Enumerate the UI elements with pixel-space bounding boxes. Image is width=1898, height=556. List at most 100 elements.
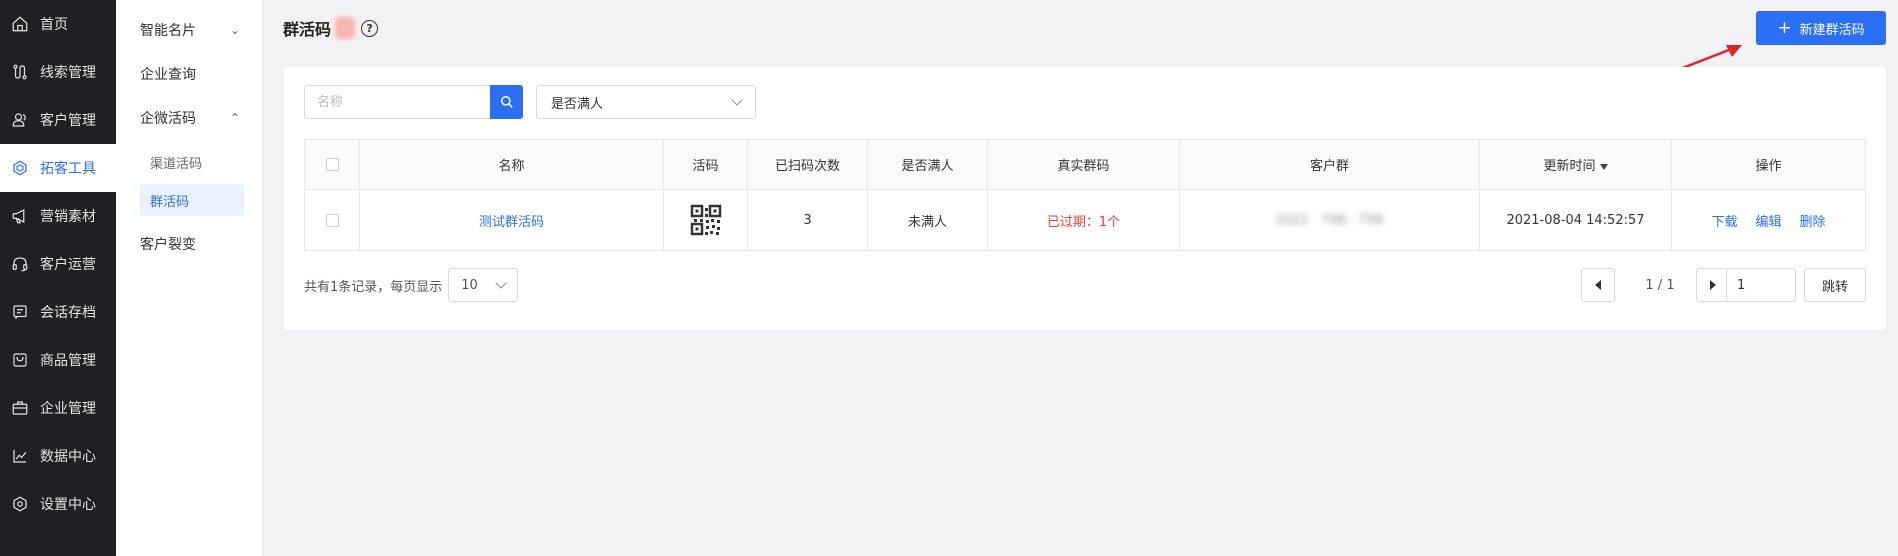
row-name-link[interactable]: 测试群活码 [479,215,544,230]
is-full-select[interactable]: 是否满人 [536,85,756,119]
sidebar-item-settings[interactable]: 设置中心 [0,480,116,528]
column-header-is-full: 是否满人 [867,139,988,190]
column-header-operations: 操作 [1671,139,1866,190]
delete-link[interactable]: 删除 [1800,215,1826,230]
users-icon [10,110,30,130]
edit-link[interactable]: 编辑 [1755,215,1781,230]
select-all-checkbox[interactable] [325,158,339,171]
sidebar-item-label: 客户运营 [40,257,96,273]
row-operations: 下载 编辑 删除 [1671,189,1866,251]
chevron-down-icon [731,94,743,106]
row-customer-group-cell: 2021 · 798 · 798 [1179,189,1480,251]
sidebar-item-label: 会话存档 [40,305,96,321]
submenu-group-qrcode[interactable]: 群活码 [140,184,244,216]
sidebar-item-label: 客户管理 [40,113,96,129]
row-select-cell [304,189,360,251]
settings-icon [10,494,30,514]
sidebar-item-label: 首页 [40,17,68,33]
row-qrcode-cell [663,189,748,251]
pagination: 1 / 1 跳转 [284,268,1886,302]
page-title: 群活码 [283,20,332,39]
sidebar-item-marketing-materials[interactable]: 营销素材 [0,192,116,240]
search-button[interactable] [490,85,523,119]
submenu-smart-card[interactable]: 智能名片 ⌄ [116,8,262,52]
row-real-code-cell: 已过期：1个 [987,189,1180,251]
caret-right-icon [1710,280,1716,290]
row-checkbox[interactable] [325,213,339,227]
submenu-label: 企微活码 [140,111,196,127]
sidebar-item-label: 设置中心 [40,497,96,513]
caret-left-icon [1595,280,1601,290]
chevron-down-icon: ⌄ [229,23,240,37]
column-header-qrcode: 活码 [663,139,748,190]
sidebar-item-enterprise[interactable]: 企业管理 [0,384,116,432]
main-sidebar: 首页 线索管理 客户管理 拓客工具 营销素材 客户运营 会话存档 商品管理 企业… [0,0,116,556]
column-header-real-code: 真实群码 [987,139,1180,190]
submenu-label: 企业查询 [140,67,196,83]
row-updated-at: 2021-08-04 14:52:57 [1479,189,1672,251]
header-select-all[interactable] [304,139,360,190]
briefcase-icon [10,398,30,418]
column-header-label: 更新时间 [1543,159,1596,174]
submenu-label: 智能名片 [140,23,196,39]
column-header-customer-group: 客户群 [1179,139,1480,190]
submenu-enterprise-query[interactable]: 企业查询 [116,52,262,96]
column-header-updated-at[interactable]: 更新时间 [1479,139,1672,190]
create-button-label: 新建群活码 [1799,22,1865,38]
submenu-wecom-qrcode[interactable]: 企微活码 ⌃ [116,96,262,140]
chevron-up-icon: ⌃ [229,111,240,125]
download-link[interactable]: 下载 [1711,215,1737,230]
help-icon[interactable]: ? [361,19,379,37]
qrcode-icon[interactable] [690,204,722,236]
megaphone-icon [10,206,30,226]
row-scan-count: 3 [747,189,868,251]
sidebar-item-leads[interactable]: 线索管理 [0,48,116,96]
row-real-code-status: 已过期：1个 [1046,214,1121,230]
sidebar-item-acquisition-tools[interactable]: 拓客工具 [0,144,116,192]
sub-menu: 智能名片 ⌄ 企业查询 企微活码 ⌃ 渠道活码 群活码 客户裂变 [116,0,263,556]
sidebar-item-label: 数据中心 [40,449,96,465]
row-customer-group: 2021 · 798 · 798 [1275,212,1384,228]
name-search-input[interactable] [304,85,491,119]
sidebar-item-data-center[interactable]: 数据中心 [0,432,116,480]
sidebar-item-label: 拓客工具 [40,161,96,177]
row-is-full: 未满人 [867,189,988,251]
chart-icon [10,446,30,466]
sidebar-item-label: 线索管理 [40,65,96,81]
jump-page-input[interactable] [1726,268,1796,302]
jump-button[interactable]: 跳转 [1804,268,1866,302]
column-header-name: 名称 [359,139,664,190]
bag-icon [10,350,30,370]
column-header-scan-count: 已扫码次数 [747,139,868,190]
prev-page-button[interactable] [1581,268,1615,302]
sidebar-item-customer-operation[interactable]: 客户运营 [0,240,116,288]
content-card: 是否满人 名称 活码 已扫码次数 是否满人 真实群码 客户群 更新时间 操作 测… [284,67,1886,330]
row-name-cell: 测试群活码 [359,189,664,251]
search-icon [500,96,513,108]
sidebar-item-chat-archive[interactable]: 会话存档 [0,288,116,336]
tool-icon [10,158,30,178]
home-icon [10,14,30,34]
sidebar-item-label: 企业管理 [40,401,96,417]
submenu-channel-qrcode[interactable]: 渠道活码 [140,146,244,178]
headset-icon [10,254,30,274]
redacted-mark [335,17,356,39]
table-row: 测试群活码 3 未满人 已过期：1个 2021 · 798 · 798 2021… [304,189,1866,251]
table-header-row: 名称 活码 已扫码次数 是否满人 真实群码 客户群 更新时间 操作 [304,139,1866,190]
sort-caret-icon[interactable] [1599,163,1608,170]
route-icon [10,62,30,82]
next-page-button[interactable] [1696,268,1730,302]
message-icon [10,302,30,322]
sidebar-item-home[interactable]: 首页 [0,0,116,48]
page-info: 1 / 1 [1645,277,1675,293]
create-group-qrcode-button[interactable]: + 新建群活码 [1756,11,1886,45]
select-value: 是否满人 [551,96,604,112]
sidebar-item-products[interactable]: 商品管理 [0,336,116,384]
submenu-label: 客户裂变 [140,237,196,253]
submenu-customer-fission[interactable]: 客户裂变 [116,222,262,266]
sidebar-item-customers[interactable]: 客户管理 [0,96,116,144]
sidebar-item-label: 营销素材 [40,209,96,225]
sidebar-item-label: 商品管理 [40,353,96,369]
plus-icon: + [1777,17,1792,38]
group-qrcode-table: 名称 活码 已扫码次数 是否满人 真实群码 客户群 更新时间 操作 测试群活码 [304,139,1866,251]
